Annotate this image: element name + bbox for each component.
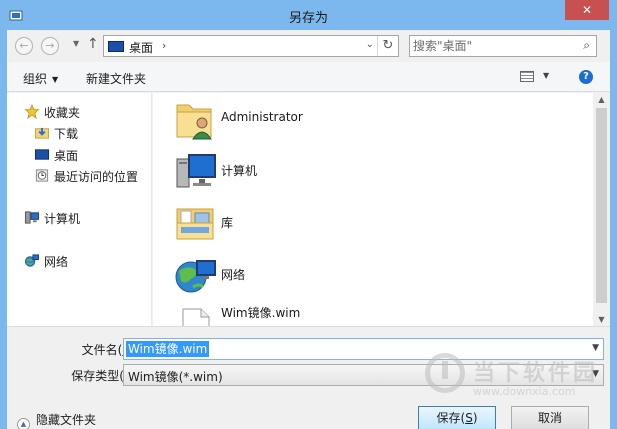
filename-value[interactable]: Wim镜像.wim bbox=[126, 341, 210, 357]
desktop-icon bbox=[34, 149, 50, 160]
address-dropdown-icon[interactable]: ⌄ bbox=[366, 39, 374, 50]
address-field[interactable]: 桌面 › ⌄ ↻ bbox=[103, 35, 399, 57]
star-icon bbox=[24, 104, 40, 119]
navigation-pane: 收藏夹 下载 桌面 最近访问的位置 计算机 网络 bbox=[7, 93, 152, 326]
save-button[interactable]: 保存(S) bbox=[418, 406, 496, 429]
watermark-brand: 当下软件园 bbox=[473, 361, 599, 386]
hide-folders-toggle[interactable]: ▲ 隐藏文件夹 bbox=[17, 411, 96, 429]
network-icon bbox=[24, 254, 40, 267]
user-folder-icon bbox=[176, 104, 212, 140]
filetype-value: Wim镜像(*.wim) bbox=[128, 370, 223, 384]
filename-dropdown-icon[interactable]: ▼ bbox=[592, 343, 599, 353]
file-icon bbox=[182, 308, 210, 326]
view-options-icon[interactable] bbox=[520, 71, 534, 82]
recent-places-icon bbox=[35, 169, 49, 182]
scroll-down-icon[interactable]: ▼ bbox=[593, 315, 610, 324]
file-item-administrator[interactable]: Administrator bbox=[153, 97, 583, 149]
computer-icon bbox=[24, 211, 40, 224]
file-item-computer[interactable]: 计算机 bbox=[153, 149, 583, 201]
chevron-up-icon: ▲ bbox=[17, 418, 30, 429]
refresh-button[interactable]: ↻ bbox=[377, 36, 398, 56]
forward-button[interactable]: → bbox=[41, 37, 59, 55]
watermark-url: www.downxia.com bbox=[473, 385, 576, 398]
scroll-up-icon[interactable]: ▲ bbox=[593, 95, 610, 104]
file-item-library[interactable]: 库 bbox=[153, 201, 583, 253]
cancel-button[interactable]: 取消 bbox=[511, 406, 589, 429]
computer-icon bbox=[176, 154, 216, 188]
organize-button[interactable]: 组织 ▼ bbox=[23, 70, 58, 87]
window-title: 另存为 bbox=[288, 11, 328, 26]
file-item-network[interactable]: 网络 bbox=[153, 253, 583, 305]
file-item-wim[interactable]: Wim镜像.wim bbox=[153, 305, 583, 326]
title-bar: 另存为 ✕ bbox=[0, 0, 617, 30]
up-button[interactable]: ↑ bbox=[87, 36, 99, 52]
new-folder-button[interactable]: 新建文件夹 bbox=[86, 70, 146, 87]
help-icon[interactable]: ? bbox=[579, 70, 593, 84]
organize-label: 组织 bbox=[23, 72, 48, 86]
toolbar: 组织 ▼ 新建文件夹 ▼ ? bbox=[7, 62, 610, 92]
search-box[interactable]: ⌕ bbox=[409, 35, 597, 57]
search-input[interactable] bbox=[413, 38, 573, 54]
address-bar-row: ← → ▼ ↑ 桌面 › ⌄ ↻ ⌕ bbox=[7, 30, 610, 62]
network-icon bbox=[175, 260, 216, 293]
hide-folders-label: 隐藏文件夹 bbox=[36, 413, 97, 427]
breadcrumb-chevron-icon[interactable]: › bbox=[162, 39, 166, 52]
library-icon bbox=[176, 208, 214, 240]
recent-locations-dropdown-icon[interactable]: ▼ bbox=[73, 39, 79, 48]
file-list-scrollbar[interactable]: ▲ ▼ bbox=[593, 93, 610, 326]
search-icon[interactable]: ⌕ bbox=[583, 38, 590, 53]
view-dropdown-icon[interactable]: ▼ bbox=[543, 71, 549, 80]
desktop-icon bbox=[108, 41, 124, 52]
brand-logo-icon bbox=[425, 353, 465, 393]
watermark: 当下软件园 www.downxia.com bbox=[425, 353, 605, 403]
breadcrumb-desktop[interactable]: 桌面 bbox=[129, 39, 153, 56]
file-list: Administrator 计算机 库 网络 Wim镜像.wim bbox=[153, 93, 593, 326]
downloads-folder-icon bbox=[34, 127, 50, 139]
back-button[interactable]: ← bbox=[15, 37, 33, 55]
caret-down-icon: ▼ bbox=[52, 75, 59, 84]
close-button[interactable]: ✕ bbox=[565, 0, 609, 20]
scrollbar-thumb[interactable] bbox=[596, 108, 607, 303]
